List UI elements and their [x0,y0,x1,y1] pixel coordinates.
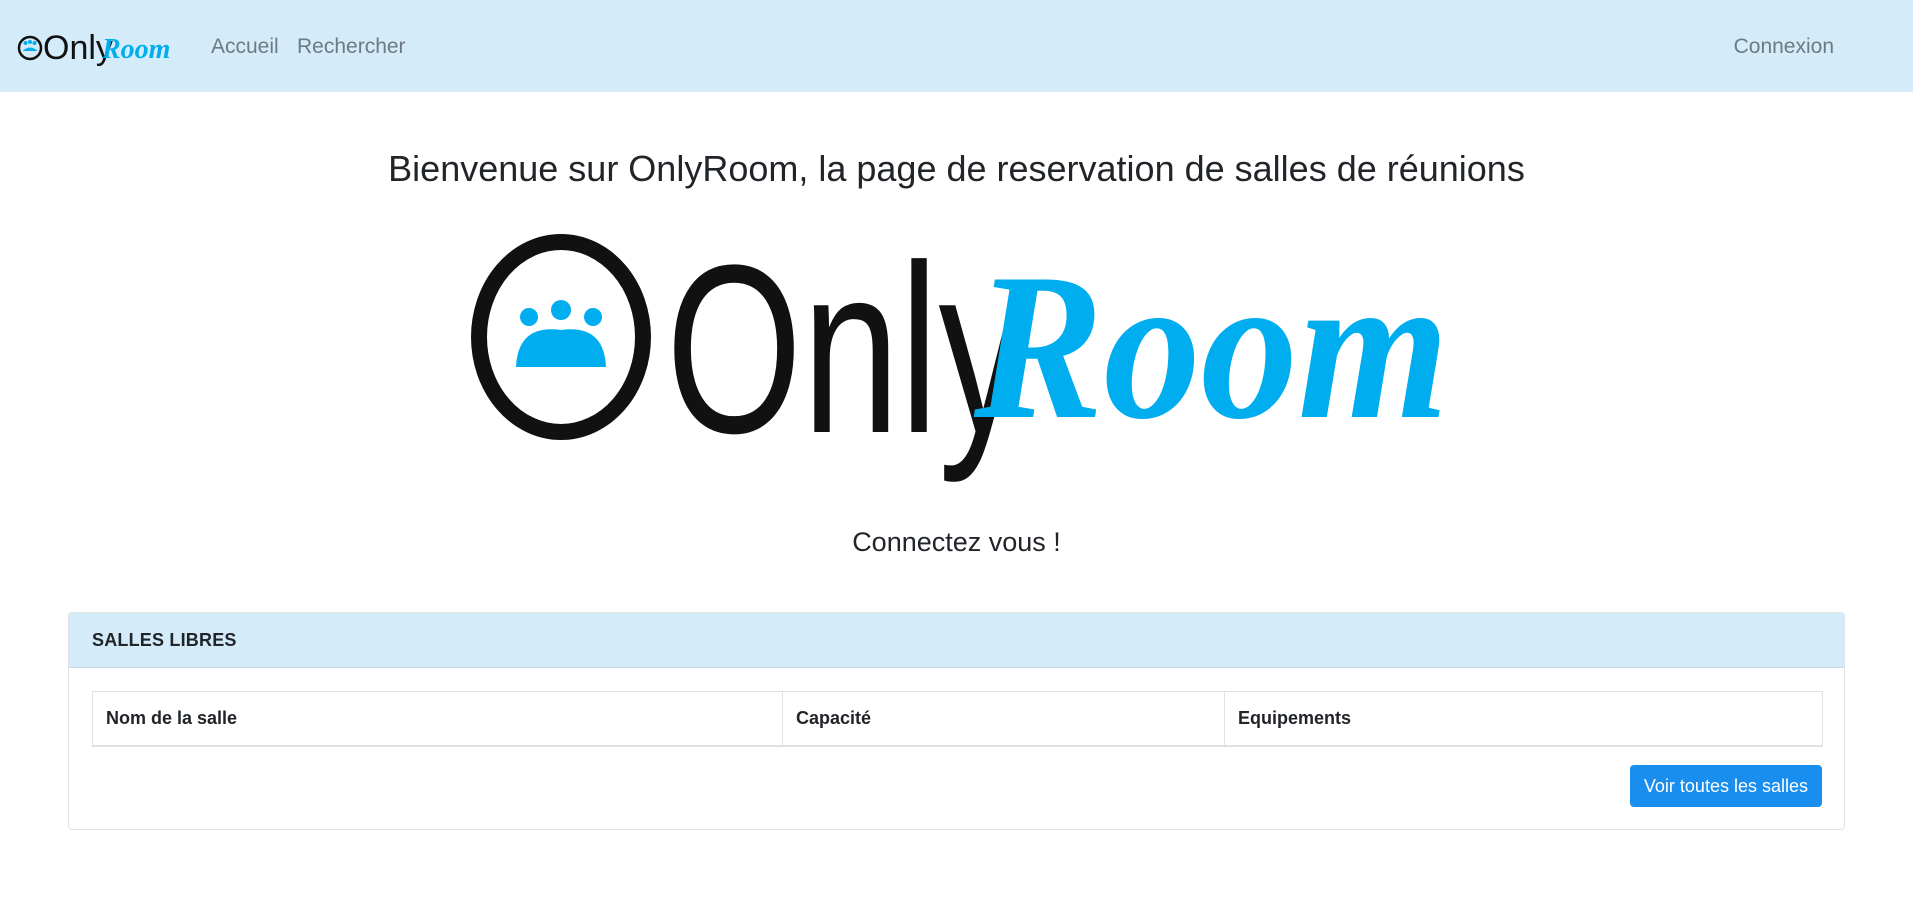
meeting-room-icon [17,35,43,61]
view-all-rooms-button[interactable]: Voir toutes les salles [1629,765,1822,807]
nav-link-accueil[interactable]: Accueil [211,33,279,61]
free-rooms-card: SALLES LIBRES Nom de la salle Capacité E… [68,612,1845,830]
navbar: Only Room Accueil Rechercher Connexion [0,0,1913,92]
nav-link-connexion[interactable]: Connexion [1734,33,1834,61]
hero-logo-text-only: Only [666,232,1026,483]
brand-text-room: Room [101,34,170,65]
free-rooms-table: Nom de la salle Capacité Equipements [92,691,1823,747]
table-header-row: Nom de la salle Capacité Equipements [93,691,1823,746]
column-header-capacity: Capacité [782,691,1225,746]
hero-logo-text-room: Room [973,232,1449,463]
free-rooms-header: SALLES LIBRES [69,613,1844,668]
column-header-room-name: Nom de la salle [106,708,238,728]
nav-link-rechercher[interactable]: Rechercher [297,33,406,61]
meeting-room-icon [471,234,651,440]
hero-logo: Only Room [471,232,1449,483]
page-title: Bienvenue sur OnlyRoom, la page de reser… [388,148,1525,189]
brand-logo[interactable]: Only Room [16,24,184,72]
connect-prompt: Connectez vous ! [852,527,1061,557]
column-header-equipment: Equipements [1224,691,1823,746]
